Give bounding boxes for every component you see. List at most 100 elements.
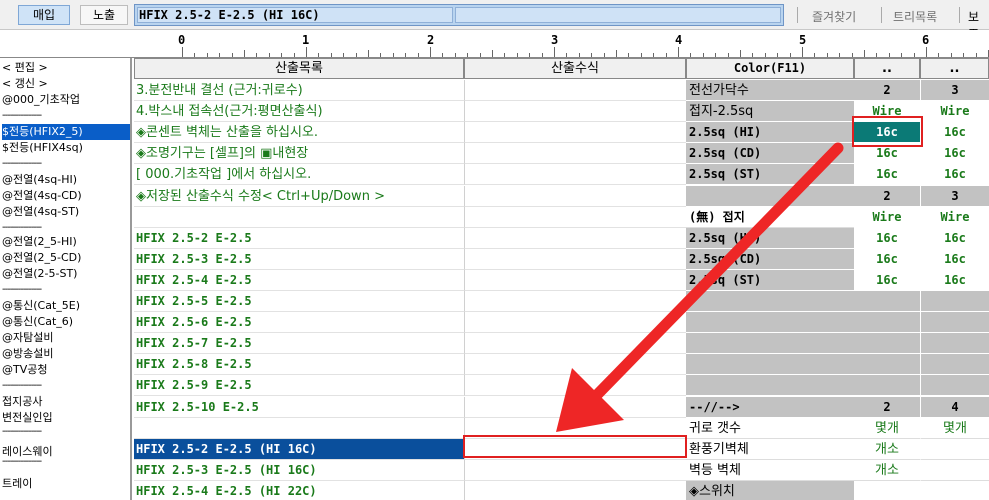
value-cell-b[interactable]: 3: [920, 185, 989, 207]
calc-formula-cell[interactable]: [464, 396, 686, 418]
color-cell[interactable]: [686, 291, 854, 312]
value-cell-a[interactable]: 16c: [854, 164, 920, 186]
calc-list-cell[interactable]: HFIX 2.5-2 E-2.5: [134, 228, 464, 249]
left-panel-item[interactable]: $전등(HFIX4sq): [2, 140, 130, 156]
left-panel-item[interactable]: @방송설비: [2, 346, 130, 362]
value-cell-b[interactable]: 몇개: [920, 417, 989, 439]
calc-formula-cell[interactable]: [464, 80, 686, 101]
color-cell[interactable]: [686, 185, 854, 207]
value-cell-a[interactable]: [854, 375, 920, 397]
calc-formula-cell[interactable]: [464, 227, 686, 249]
calc-formula-cell[interactable]: [464, 480, 686, 500]
calc-formula-cell[interactable]: [464, 101, 686, 123]
value-cell-a[interactable]: 16c: [854, 270, 920, 291]
calc-list-cell[interactable]: 3.분전반내 결선 (근거:귀로수): [134, 80, 464, 101]
value-cell-b[interactable]: [920, 333, 989, 355]
value-cell-a[interactable]: 2: [854, 80, 920, 101]
left-panel-item[interactable]: $전등(HFIX2_5): [2, 124, 130, 140]
calc-formula-cell[interactable]: [464, 354, 686, 376]
formula-bar[interactable]: HFIX 2.5-2 E-2.5 (HI 16C): [134, 4, 784, 26]
calc-list-cell[interactable]: ◈조명기구는 [셀프]의 ▣내현장: [134, 143, 464, 165]
color-cell[interactable]: [686, 333, 854, 355]
calc-formula-cell[interactable]: [464, 185, 686, 207]
calc-formula-cell[interactable]: [464, 269, 686, 291]
calc-list-cell[interactable]: HFIX 2.5-6 E-2.5: [134, 312, 464, 334]
value-cell-b[interactable]: [920, 480, 989, 500]
calc-list-cell[interactable]: HFIX 2.5-8 E-2.5: [134, 354, 464, 376]
left-panel-item[interactable]: @전열(4sq-ST): [2, 204, 130, 220]
left-panel-item[interactable]: 접지공사: [2, 394, 130, 410]
left-panel-item[interactable]: < 갱신 >: [2, 76, 130, 92]
favorites-button[interactable]: 즐겨찾기: [812, 8, 856, 25]
calc-formula-cell[interactable]: [464, 143, 686, 165]
calc-formula-cell[interactable]: [464, 375, 686, 397]
calc-list-cell[interactable]: ◈저장된 산출수식 수정< Ctrl+Up/Down >: [134, 186, 464, 207]
calc-list-cell[interactable]: HFIX 2.5-2 E-2.5 (HI 16C): [134, 438, 464, 460]
calc-list-cell[interactable]: HFIX 2.5-3 E-2.5 (HI 16C): [134, 460, 464, 481]
value-cell-a[interactable]: 개소: [854, 439, 920, 460]
value-cell-b[interactable]: 16c: [920, 227, 989, 249]
color-cell[interactable]: 전선가닥수: [686, 80, 854, 101]
left-panel-item[interactable]: @TV공청: [2, 362, 130, 378]
value-cell-a[interactable]: [854, 333, 920, 355]
left-panel-item[interactable]: @자탐설비: [2, 330, 130, 346]
value-cell-b[interactable]: 16c: [920, 164, 989, 186]
value-cell-b[interactable]: Wire: [920, 101, 989, 123]
color-cell[interactable]: 벽등 벽체: [686, 459, 854, 481]
value-cell-a[interactable]: [854, 312, 920, 334]
value-cell-b[interactable]: 16c: [920, 248, 989, 270]
tree-list-button[interactable]: 트리목록: [893, 8, 937, 25]
color-cell[interactable]: ◈스위치: [686, 480, 854, 500]
value-cell-a[interactable]: [854, 481, 920, 500]
value-cell-b[interactable]: [920, 291, 989, 312]
color-cell[interactable]: 2.5sq (CD): [686, 248, 854, 270]
calc-formula-cell[interactable]: [464, 122, 686, 144]
calc-list-cell[interactable]: ◈콘센트 벽체는 산출을 하십시오.: [134, 122, 464, 144]
color-cell[interactable]: 귀로 갯수: [686, 417, 854, 439]
nochul-button[interactable]: 노출: [80, 5, 128, 25]
value-cell-b[interactable]: 16c: [920, 143, 989, 165]
value-cell-a[interactable]: 16c: [854, 249, 920, 270]
left-panel-item[interactable]: @000_기초작업: [2, 92, 130, 108]
left-panel-item[interactable]: @전열(4sq-HI): [2, 172, 130, 188]
calc-list-cell[interactable]: [134, 418, 464, 439]
value-cell-b[interactable]: [920, 459, 989, 481]
value-cell-a[interactable]: 2: [854, 396, 920, 418]
color-cell[interactable]: 2.5sq (CD): [686, 143, 854, 165]
value-cell-a[interactable]: [854, 354, 920, 376]
calc-formula-cell[interactable]: [464, 459, 686, 481]
value-cell-b[interactable]: 3: [920, 80, 989, 101]
color-cell[interactable]: 2.5sq (ST): [686, 269, 854, 291]
calc-list-cell[interactable]: HFIX 2.5-4 E-2.5 (HI 22C): [134, 481, 464, 500]
value-cell-b[interactable]: Wire: [920, 206, 989, 228]
calc-formula-cell[interactable]: [464, 248, 686, 270]
color-cell[interactable]: 2.5sq (HI): [686, 122, 854, 144]
left-panel-item[interactable]: @전열(2_5-CD): [2, 250, 130, 266]
value-cell-b[interactable]: [920, 354, 989, 376]
left-panel-item[interactable]: @통신(Cat_5E): [2, 298, 130, 314]
value-cell-b[interactable]: [920, 375, 989, 397]
calc-list-cell[interactable]: HFIX 2.5-9 E-2.5: [134, 375, 464, 397]
calc-list-cell[interactable]: HFIX 2.5-7 E-2.5: [134, 333, 464, 355]
left-panel-item[interactable]: 변전실인입: [2, 410, 130, 426]
value-cell-a[interactable]: 16c: [854, 228, 920, 249]
calc-formula-cell[interactable]: [464, 291, 686, 312]
value-cell-a[interactable]: [854, 291, 920, 312]
calc-list-cell[interactable]: 4.박스내 접속선(근거:평면산출식): [134, 101, 464, 123]
value-cell-a[interactable]: 2: [854, 185, 920, 207]
color-cell[interactable]: 2.5sq (HI): [686, 227, 854, 249]
value-cell-b[interactable]: 16c: [920, 122, 989, 144]
value-cell-b[interactable]: [920, 312, 989, 334]
calc-list-cell[interactable]: HFIX 2.5-10 E-2.5: [134, 397, 464, 418]
calc-list-cell[interactable]: HFIX 2.5-4 E-2.5: [134, 270, 464, 291]
calc-formula-cell[interactable]: [464, 312, 686, 334]
color-cell[interactable]: --//-->: [686, 396, 854, 418]
left-panel-item[interactable]: @전열(2_5-HI): [2, 234, 130, 250]
value-cell-a[interactable]: Wire: [854, 207, 920, 228]
value-cell-a[interactable]: 몇개: [854, 418, 920, 439]
calc-list-cell[interactable]: HFIX 2.5-5 E-2.5: [134, 291, 464, 312]
value-cell-b[interactable]: [920, 438, 989, 460]
value-cell-a[interactable]: 개소: [854, 460, 920, 481]
color-cell[interactable]: 접지-2.5sq: [686, 101, 854, 123]
left-panel-item[interactable]: 트레이: [2, 476, 130, 492]
